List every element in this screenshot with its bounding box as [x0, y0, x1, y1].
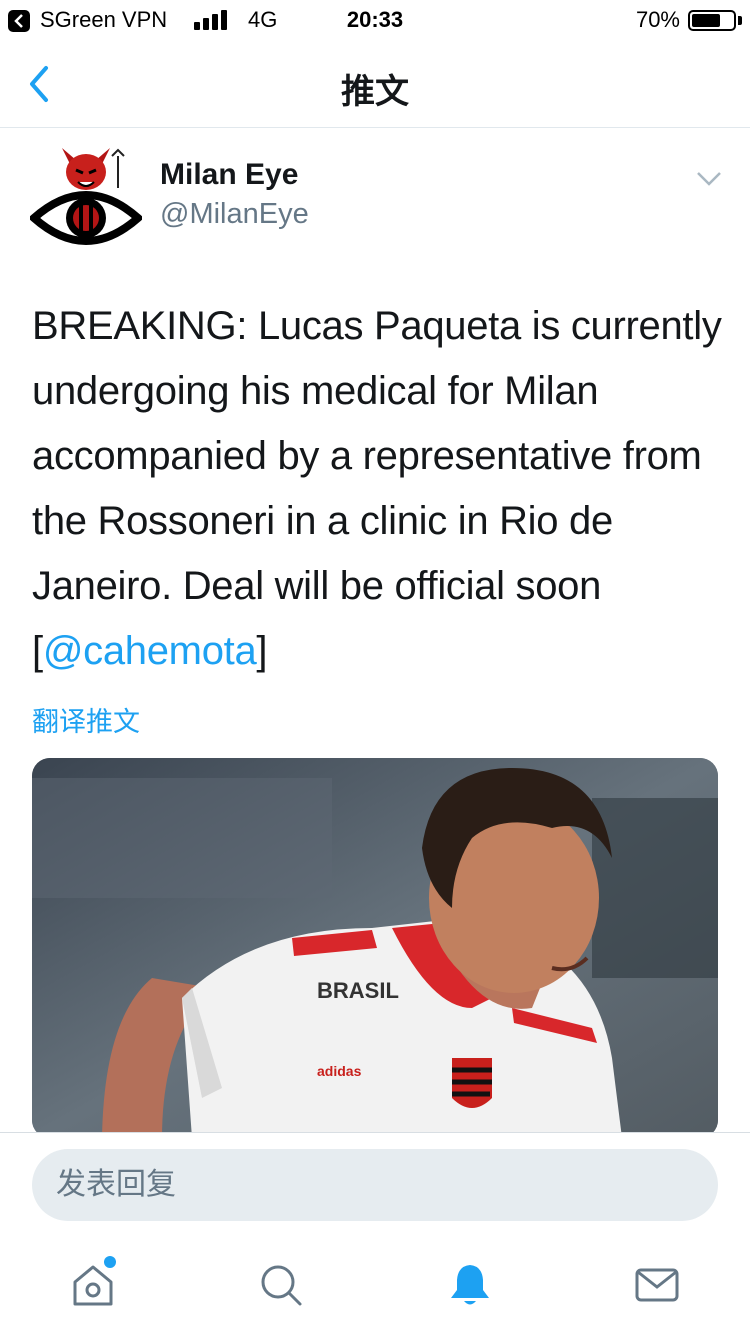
navigation-bar: 推文 — [0, 40, 750, 128]
bell-icon[interactable] — [445, 1260, 495, 1310]
translate-tweet-link[interactable]: 翻译推文 — [32, 700, 140, 739]
battery-fill — [692, 14, 720, 27]
tweet-photo[interactable]: BRASIL adidas — [32, 758, 718, 1138]
page-title: 推文 — [341, 73, 409, 111]
mail-icon[interactable] — [632, 1260, 682, 1310]
display-name[interactable]: Milan Eye — [160, 158, 298, 192]
user-handle[interactable]: @MilanEye — [160, 198, 309, 231]
chevron-down-icon[interactable] — [696, 170, 722, 188]
avatar[interactable] — [27, 142, 145, 248]
status-bar: SGreen VPN 4G 20:33 70% — [0, 0, 750, 40]
battery-percent: 70% — [635, 7, 680, 32]
battery-icon — [688, 10, 736, 31]
search-icon[interactable] — [256, 1260, 306, 1310]
tweet-text-main: BREAKING: Lucas Paqueta is currently und… — [32, 304, 722, 673]
mention-link[interactable]: @cahemota — [43, 629, 257, 673]
reply-input[interactable]: 发表回复 — [32, 1149, 718, 1221]
svg-text:BRASIL: BRASIL — [317, 978, 399, 1003]
svg-text:adidas: adidas — [317, 1063, 362, 1079]
tweet-text: BREAKING: Lucas Paqueta is currently und… — [32, 294, 732, 684]
tweet-text-tail: ] — [256, 629, 268, 673]
battery-tip — [738, 16, 742, 25]
notification-dot — [104, 1256, 116, 1268]
reply-bar: 发表回复 — [0, 1132, 750, 1242]
